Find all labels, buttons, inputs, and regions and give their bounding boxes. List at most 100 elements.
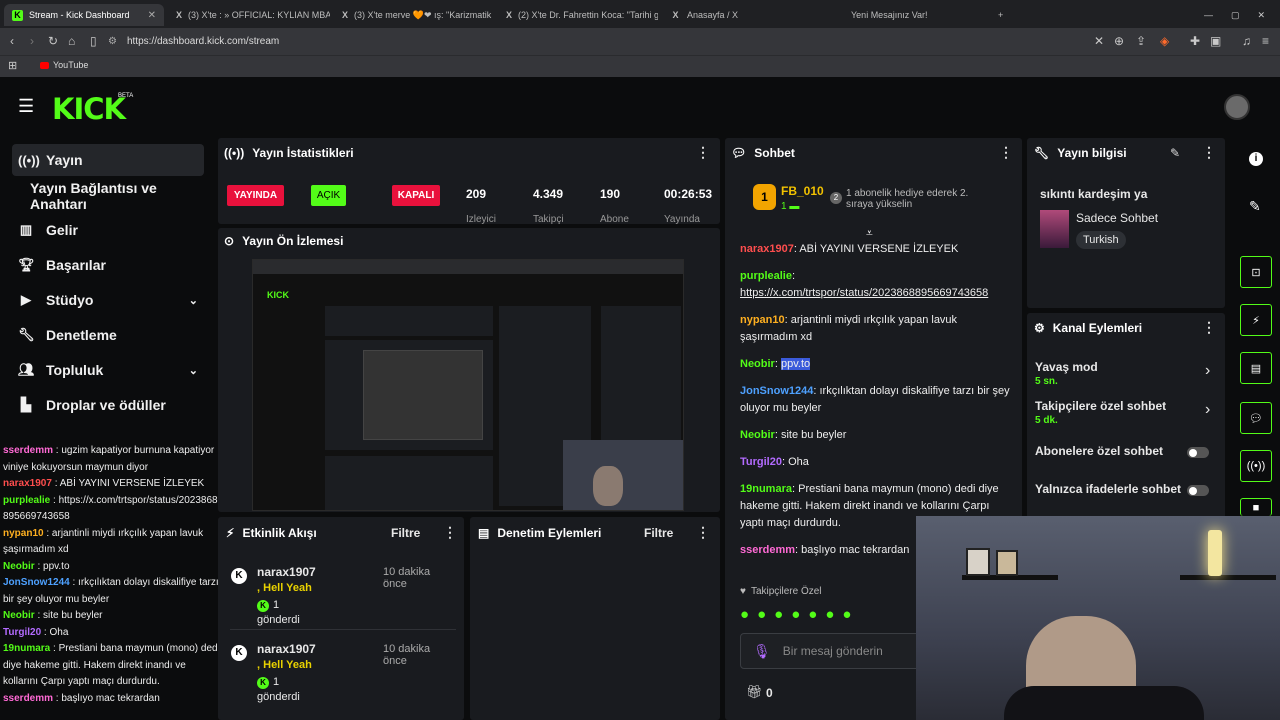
kick-icon: K bbox=[231, 645, 247, 661]
bookmark-icon[interactable]: ▯ bbox=[90, 34, 97, 48]
heart-icon: ♥ bbox=[740, 586, 746, 597]
minimize-icon[interactable]: — bbox=[1204, 10, 1213, 20]
chat-button[interactable]: 💬︎ bbox=[1240, 402, 1272, 434]
sidebar-item-community[interactable]: 👥︎ Topluluk ⌄ bbox=[12, 354, 204, 386]
pencil-icon[interactable]: ✎ bbox=[1249, 198, 1261, 215]
sidebar-item-moderation[interactable]: 🔧︎ Denetleme bbox=[12, 319, 204, 351]
tab-x-1[interactable]: X (3) X'te : » OFFICIAL: KYLIAN MBA bbox=[168, 4, 330, 26]
broadcast-icon: ((•)) bbox=[1246, 460, 1266, 472]
tab-x-2[interactable]: X (3) X'te merve 🧡❤ ış: "Karizmatik Ce bbox=[334, 4, 494, 26]
tab-x-3[interactable]: X (2) X'te Dr. Fahrettin Koca: "Tarihi g… bbox=[498, 4, 658, 26]
chat-message: nypan10: arjantinli miydi ırkçılık yapan… bbox=[740, 314, 958, 343]
slow-mode-row[interactable]: Yavaş mod 5 sn. › bbox=[1035, 358, 1215, 390]
bookmark-youtube[interactable]: YouTube bbox=[53, 60, 88, 70]
x-favicon: X bbox=[342, 10, 349, 20]
microphone-icon[interactable]: 🎙︎ bbox=[753, 643, 771, 660]
gift-icon[interactable]: 🎁︎ bbox=[746, 684, 763, 700]
event-user[interactable]: narax1907 bbox=[257, 565, 316, 579]
event-sent: gönderdi bbox=[257, 691, 300, 703]
emote-bar[interactable]: ● ● ● ● ● ● ● bbox=[740, 606, 916, 626]
close-window-icon[interactable]: ✕ bbox=[1258, 10, 1266, 21]
event-user[interactable]: narax1907 bbox=[257, 642, 316, 656]
overlay-chat: sserdemm : ugzim kapatiyor burnuna kapat… bbox=[3, 443, 221, 720]
chat-message: JonSnow1244: ırkçılıktan dolayı diskalif… bbox=[740, 385, 1010, 414]
notes-button[interactable]: ▤ bbox=[1240, 352, 1272, 384]
pinned-user[interactable]: FB_010 bbox=[781, 184, 824, 198]
sidebar-item-stream[interactable]: ((•)) Yayın bbox=[12, 144, 204, 176]
back-icon[interactable]: ‹ bbox=[10, 34, 14, 48]
home-icon[interactable]: ⌂ bbox=[68, 34, 75, 48]
hamburger-menu-icon[interactable]: ☰ bbox=[18, 96, 34, 117]
info-icon[interactable]: i bbox=[1249, 152, 1263, 166]
info-menu-icon[interactable]: ⋮ bbox=[1202, 144, 1216, 161]
tab-x-home[interactable]: X Anasayfa / X bbox=[662, 4, 822, 26]
chat-message: Turgil20 : Oha bbox=[3, 626, 69, 638]
chevron-down-icon[interactable]: ⌄ bbox=[189, 364, 198, 377]
sidebar-item-label: Stüdyo bbox=[46, 292, 94, 308]
broadcast-button[interactable]: ((•)) bbox=[1240, 450, 1272, 482]
site-info-icon[interactable]: ⚙ bbox=[108, 36, 117, 47]
notes-icon: ▤ bbox=[1250, 362, 1262, 375]
maximize-icon[interactable]: ▢ bbox=[1231, 10, 1240, 21]
tab-kick-dashboard[interactable]: K Stream - Kick Dashboard ✕ bbox=[4, 4, 164, 26]
event-kicks-name: , Hell Yeah bbox=[257, 582, 312, 594]
preview-title: ⊙ Yayın Ön İzlemesi bbox=[224, 234, 344, 248]
zoom-icon[interactable]: ⊕ bbox=[1114, 34, 1124, 48]
followers-chat-row[interactable]: Takipçilere özel sohbet 5 dk. › bbox=[1035, 397, 1215, 429]
stats-menu-icon[interactable]: ⋮ bbox=[696, 144, 710, 161]
sidebar-item-revenue[interactable]: ▥ Gelir bbox=[12, 214, 204, 246]
emote-icon[interactable]: ● bbox=[740, 606, 749, 626]
closed-badge[interactable]: KAPALI bbox=[392, 185, 440, 206]
emote-icon[interactable]: ● bbox=[842, 606, 851, 626]
emote-icon[interactable]: ● bbox=[774, 606, 783, 626]
apps-icon[interactable]: ⊞ bbox=[8, 59, 17, 72]
moderation-menu-icon[interactable]: ⋮ bbox=[696, 524, 710, 541]
events-menu-icon[interactable]: ⋮ bbox=[443, 524, 457, 541]
scroll-down-icon[interactable]: ⩡ bbox=[866, 226, 873, 241]
x-favicon: X bbox=[672, 10, 679, 20]
chat-message: Neobir : ppv.to bbox=[3, 560, 70, 572]
category-thumbnail[interactable] bbox=[1040, 210, 1069, 248]
sidebar-item-drops[interactable]: ▙ Droplar ve ödüller bbox=[12, 389, 204, 421]
avatar[interactable] bbox=[1224, 94, 1250, 120]
emote-icon[interactable]: ● bbox=[808, 606, 817, 626]
emote-chat-toggle[interactable] bbox=[1187, 485, 1209, 497]
new-tab-button[interactable]: + bbox=[990, 4, 1010, 26]
chat-menu-icon[interactable]: ⋮ bbox=[999, 144, 1013, 161]
stream-preview-video[interactable]: KICK bbox=[252, 259, 684, 511]
video-button[interactable]: ■ bbox=[1240, 498, 1272, 516]
mute-icon[interactable]: ✕ bbox=[1094, 34, 1104, 48]
emote-icon[interactable]: ● bbox=[791, 606, 800, 626]
subs-chat-toggle[interactable] bbox=[1187, 447, 1209, 459]
event-filter-button[interactable]: Filtre bbox=[391, 526, 420, 540]
reload-icon[interactable]: ↻ bbox=[48, 34, 58, 48]
sidebar-item-achievements[interactable]: 🏆︎ Başarılar bbox=[12, 249, 204, 281]
sidebar-icon[interactable]: ▣ bbox=[1210, 34, 1221, 48]
emote-icon[interactable]: ● bbox=[825, 606, 834, 626]
sidebar-item-stream-key[interactable]: Yayın Bağlantısı ve Anahtarı bbox=[12, 180, 204, 212]
tab-new-message[interactable]: Yeni Mesajınız Var! bbox=[826, 4, 986, 26]
category-name[interactable]: Sadece Sohbet bbox=[1076, 211, 1158, 225]
open-badge[interactable]: AÇIK bbox=[311, 185, 346, 206]
camera-button[interactable]: ⊡ bbox=[1240, 256, 1272, 288]
chat-link[interactable]: https://x.com/trtspor/status/20238688956… bbox=[740, 287, 988, 299]
brave-shield-icon[interactable]: ◈ bbox=[1160, 34, 1169, 48]
forward-icon[interactable]: › bbox=[30, 34, 34, 48]
lightning-button[interactable]: ⚡︎ bbox=[1240, 304, 1272, 336]
chevron-down-icon[interactable]: ⌄ bbox=[189, 294, 198, 307]
share-icon[interactable]: ⇪ bbox=[1136, 34, 1146, 48]
moderation-filter-button[interactable]: Filtre bbox=[644, 526, 673, 540]
actions-menu-icon[interactable]: ⋮ bbox=[1202, 319, 1216, 336]
window-controls: — ▢ ✕ bbox=[1196, 4, 1276, 26]
url-field[interactable]: ⚙ https://dashboard.kick.com/stream bbox=[108, 32, 988, 51]
extensions-icon[interactable]: ✚ bbox=[1190, 34, 1200, 48]
menu-icon[interactable]: ≡ bbox=[1262, 34, 1269, 48]
kick-logo[interactable]: KICK bbox=[52, 92, 126, 126]
edit-icon[interactable]: ✎ bbox=[1170, 146, 1180, 160]
close-icon[interactable]: ✕ bbox=[148, 10, 156, 21]
emote-icon[interactable]: ● bbox=[757, 606, 766, 626]
sidebar-item-studio[interactable]: ▶ Stüdyo ⌄ bbox=[12, 284, 204, 316]
dashboard-header bbox=[0, 79, 1280, 135]
media-icon[interactable]: ♫ bbox=[1242, 34, 1251, 48]
chat-message: nypan10 : arjantinli miydi ırkçılık yapa… bbox=[3, 527, 204, 556]
